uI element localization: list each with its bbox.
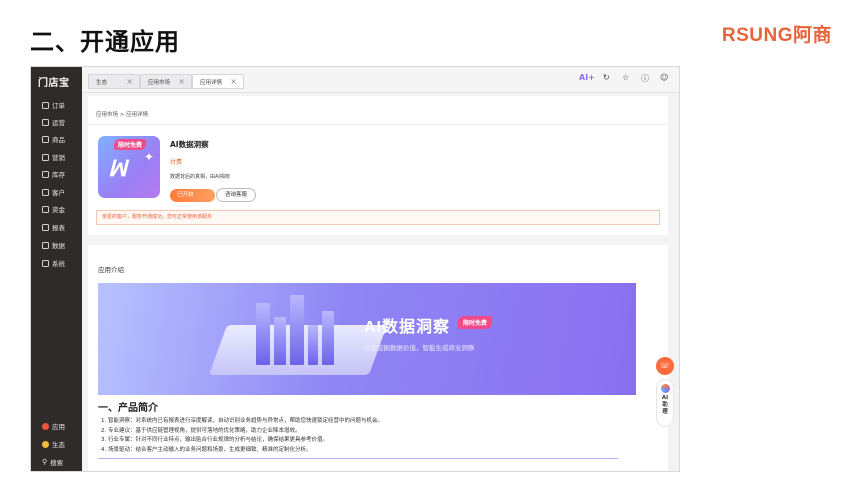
customer-service-button[interactable]: ☏ [656, 357, 674, 375]
sidebar-item-ecosystem[interactable]: 生态 [42, 439, 65, 449]
operation-icon [42, 118, 49, 126]
bar-illustration [308, 325, 318, 365]
sidebar-item-funds[interactable]: 资金 [42, 204, 65, 214]
assistant-label: 理 [662, 409, 668, 415]
list-item: 2. 专业建议：基于供应链管理视角，提供可落地的优化策略，助力企业降本增效。 [101, 427, 301, 434]
sparkle-icon: ✦ [144, 150, 155, 164]
sidebar-item-label: 客户 [52, 189, 65, 197]
free-badge: 限时免费 [114, 139, 147, 150]
data-icon [42, 241, 49, 249]
top-bar: 生态 × 应用市场 × 应用详情 × AI+ ↻ ☆ ⓘ ☺ [82, 67, 679, 93]
marketing-icon [42, 153, 49, 161]
sidebar: 门店宝 订单 运营 商品 营销 库存 客户 资金 报表 数据 系统 应用 生态 … [31, 67, 82, 471]
bell-icon[interactable]: ☆ [622, 73, 629, 82]
banner-subtitle: 深度挖掘数据价值，智能生成商业洞察 [364, 344, 475, 352]
list-item: 3. 行业专属：针对不同行业特点，输出贴合行业规律的分析与结论，确保结果更具参考… [101, 437, 328, 443]
sidebar-item-label: 运营 [52, 119, 65, 127]
bar-illustration [322, 311, 334, 365]
app-name: AI数据洞察 [170, 140, 209, 149]
bar-illustration [274, 317, 286, 365]
divider [98, 458, 618, 459]
feature-list: 1. 智能洞察：对系统内已有报表进行深度解读，自动识别业务趋势与异常点，帮助您快… [101, 417, 383, 455]
system-icon [42, 259, 49, 267]
goods-icon [42, 135, 49, 143]
sidebar-item-label: 订单 [52, 102, 65, 110]
sidebar-item-goods[interactable]: 商品 [42, 134, 65, 144]
sidebar-item-reports[interactable]: 报表 [42, 222, 65, 232]
success-notice: 亲爱的客户，服务开通成功，您可正常使用该服务 [96, 210, 660, 225]
user-icon[interactable]: ☺ [660, 73, 668, 82]
intro-heading: 应用介绍 [98, 266, 124, 274]
sidebar-item-label: 系统 [52, 260, 65, 268]
tab-label: 生态 [96, 79, 108, 86]
app-detail-card: 应用市场 > 应用详情 限时免费 ꟽ ✦ AI数据洞察 付费 数据背后的真相，由… [88, 96, 668, 235]
bar-illustration [256, 303, 270, 365]
apps-icon [42, 422, 49, 430]
close-icon[interactable]: × [126, 77, 133, 86]
sidebar-item-label: 营销 [52, 154, 65, 162]
order-icon [42, 101, 49, 109]
app-logo-mark-icon: ꟽ [108, 156, 127, 181]
assistant-label: 助 [662, 402, 668, 408]
tab-app-market[interactable]: 应用市场 × [140, 74, 192, 89]
sidebar-item-system[interactable]: 系统 [42, 258, 65, 268]
sidebar-item-label: 商品 [52, 136, 65, 144]
sidebar-item-inventory[interactable]: 库存 [42, 169, 65, 179]
bar-illustration [290, 295, 304, 365]
app-window: 门店宝 订单 运营 商品 营销 库存 客户 资金 报表 数据 系统 应用 生态 … [30, 66, 680, 472]
search-icon: ⚲ [42, 458, 48, 466]
inventory-icon [42, 170, 49, 178]
app-intro-card: 应用介绍 AI数据洞察 限时免费 深度挖掘数据价值，智能生成商业洞察 一、产品简… [88, 245, 668, 471]
help-icon[interactable]: ⓘ [641, 73, 649, 84]
sidebar-item-label: 搜索 [50, 459, 64, 467]
sidebar-item-label: 数据 [52, 242, 65, 250]
main-content: 应用市场 > 应用详情 限时免费 ꟽ ✦ AI数据洞察 付费 数据背后的真相，由… [88, 94, 668, 471]
divider [88, 124, 668, 125]
sidebar-item-label: 生态 [52, 441, 65, 449]
customer-icon [42, 188, 49, 196]
sidebar-item-marketing[interactable]: 营销 [42, 152, 65, 162]
sidebar-item-label: 应用 [52, 423, 65, 431]
report-icon [42, 223, 49, 231]
app-description: 数据背后的真相，由AI揭晓 [170, 174, 230, 180]
ai-plus-button[interactable]: AI+ [579, 73, 595, 82]
sidebar-item-data[interactable]: 数据 [42, 240, 65, 250]
close-icon[interactable]: × [230, 77, 237, 86]
sidebar-item-label: 报表 [52, 224, 65, 232]
promo-banner: AI数据洞察 限时免费 深度挖掘数据价值，智能生成商业洞察 [98, 283, 636, 395]
sidebar-item-orders[interactable]: 订单 [42, 100, 65, 110]
tab-app-detail[interactable]: 应用详情 × [192, 74, 244, 89]
sidebar-item-operation[interactable]: 运营 [42, 117, 65, 127]
sidebar-item-customers[interactable]: 客户 [42, 187, 65, 197]
sidebar-item-apps[interactable]: 应用 [42, 421, 65, 431]
tab-ecosystem[interactable]: 生态 × [88, 74, 140, 89]
tab-label: 应用详情 [200, 79, 223, 86]
breadcrumb: 应用市场 > 应用详情 [96, 112, 149, 118]
sidebar-item-label: 库存 [52, 171, 65, 179]
consult-service-button[interactable]: 咨询客服 [216, 188, 256, 202]
banner-free-badge: 限时免费 [458, 316, 493, 329]
tab-label: 应用市场 [148, 79, 171, 86]
app-logo: 门店宝 [38, 78, 70, 89]
close-icon[interactable]: × [178, 77, 185, 86]
app-icon: 限时免费 ꟽ ✦ [98, 136, 160, 198]
assistant-label: AI [661, 395, 669, 401]
list-item: 4. 场景驱动：结合客户主动输入的业务问题和场景，生成更细致、精准的定制化分析。 [101, 446, 312, 453]
sidebar-item-search[interactable]: ⚲ 搜索 [42, 457, 63, 467]
banner-title: AI数据洞察 [364, 319, 451, 336]
brand-logo: RSUNG阿商 [721, 25, 832, 46]
price-tag: 付费 [170, 159, 183, 166]
headset-icon: ☏ [659, 361, 670, 370]
sidebar-item-label: 资金 [52, 206, 65, 214]
ecosystem-icon [42, 440, 49, 448]
ai-assistant-icon [660, 384, 670, 393]
opened-button[interactable]: 已开启 [170, 189, 215, 202]
funds-icon [42, 205, 49, 213]
list-item: 1. 智能洞察：对系统内已有报表进行深度解读，自动识别业务趋势与异常点，帮助您快… [101, 418, 383, 424]
slide-title: 二、开通应用 [30, 28, 180, 56]
refresh-icon[interactable]: ↻ [603, 73, 610, 82]
section-title: 一、产品简介 [98, 403, 158, 414]
ai-assistant-button[interactable]: AI 助 理 [656, 379, 674, 427]
